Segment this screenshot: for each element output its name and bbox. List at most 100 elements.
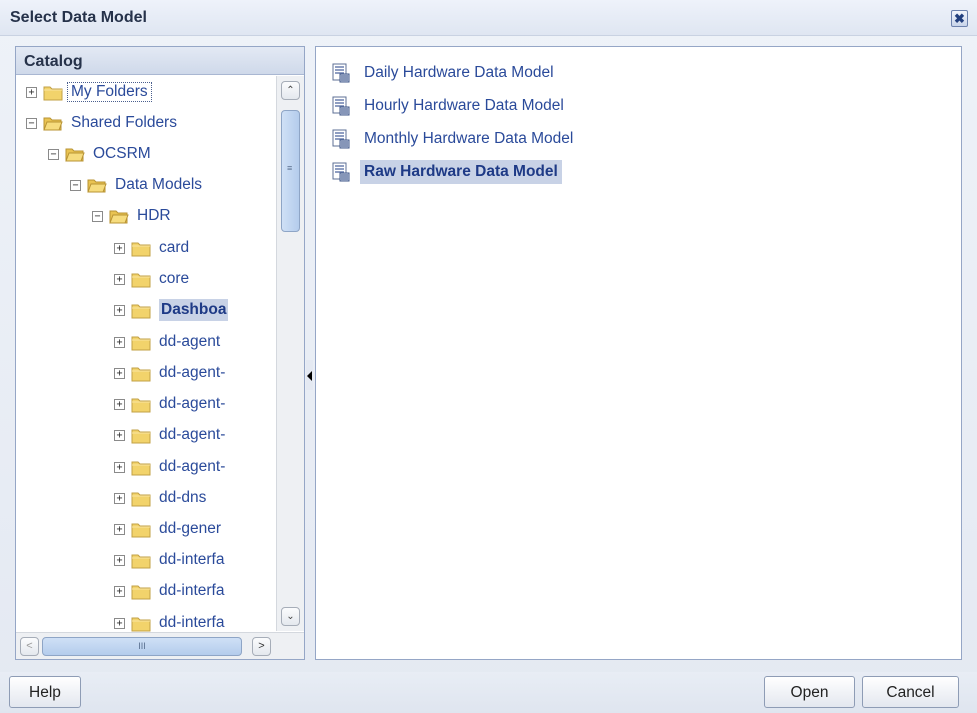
catalog-header: Catalog — [16, 47, 304, 75]
tree-vertical-scrollbar[interactable]: ⌃ ≡ ⌄ — [276, 76, 304, 631]
folder-icon — [131, 427, 151, 444]
tree-node[interactable]: + dd-interfa — [114, 610, 224, 632]
expand-icon[interactable]: + — [114, 273, 125, 285]
cancel-button[interactable]: Cancel — [862, 676, 959, 708]
tree-node-label[interactable]: card — [159, 239, 189, 257]
expand-icon[interactable]: + — [114, 429, 125, 441]
panel-collapse-splitter[interactable] — [306, 360, 313, 390]
expand-icon[interactable]: + — [114, 461, 125, 473]
folder-icon — [131, 302, 151, 319]
scroll-up-icon[interactable]: ⌃ — [281, 81, 300, 100]
folder-icon — [131, 334, 151, 351]
folder-icon — [131, 490, 151, 507]
expand-icon[interactable]: + — [114, 304, 125, 316]
dialog-titlebar: Select Data Model ✖ — [0, 0, 977, 36]
data-model-item[interactable]: Hourly Hardware Data Model — [332, 92, 564, 120]
vertical-scroll-thumb[interactable]: ≡ — [281, 110, 300, 232]
data-model-item[interactable]: Daily Hardware Data Model — [332, 59, 554, 87]
catalog-tree: + My Folders − Shared Folders − OCSRM − Data Mo… — [16, 75, 274, 632]
tree-horizontal-scrollbar[interactable]: < III > — [16, 632, 304, 659]
close-icon[interactable]: ✖ — [951, 10, 968, 27]
tree-node-label[interactable]: Shared Folders — [71, 114, 177, 132]
folder-icon — [43, 84, 63, 101]
expand-icon[interactable]: + — [114, 492, 125, 504]
expand-icon[interactable]: + — [114, 336, 125, 348]
collapse-icon[interactable]: − — [48, 148, 59, 160]
tree-node[interactable]: + dd-gener — [114, 516, 221, 542]
data-model-label[interactable]: Monthly Hardware Data Model — [364, 130, 573, 148]
collapse-icon[interactable]: − — [70, 179, 81, 191]
catalog-title: Catalog — [24, 53, 83, 70]
expand-icon[interactable]: + — [114, 585, 125, 597]
folder-icon — [109, 208, 129, 225]
collapse-icon[interactable]: − — [92, 210, 103, 222]
tree-node[interactable]: − Data Models — [70, 172, 202, 198]
tree-node[interactable]: + dd-agent- — [114, 422, 225, 448]
expand-icon[interactable]: + — [114, 617, 125, 629]
folder-icon — [131, 271, 151, 288]
folder-icon — [131, 365, 151, 382]
folder-icon — [131, 521, 151, 538]
tree-node[interactable]: + dd-interfa — [114, 578, 224, 604]
tree-node[interactable]: + dd-agent — [114, 329, 220, 355]
expand-icon[interactable]: + — [114, 398, 125, 410]
select-data-model-dialog: Select Data Model ✖ Catalog + My Folders −… — [0, 0, 977, 713]
tree-node-label[interactable]: OCSRM — [93, 145, 151, 163]
tree-node[interactable]: + core — [114, 266, 189, 292]
expand-icon[interactable]: + — [114, 367, 125, 379]
tree-node-label[interactable]: dd-agent- — [159, 426, 225, 444]
folder-icon — [87, 177, 107, 194]
catalog-panel: Catalog + My Folders − Shared Folders − OCSRM… — [15, 46, 305, 660]
tree-node-label[interactable]: dd-interfa — [159, 614, 224, 632]
data-model-item[interactable]: Raw Hardware Data Model — [332, 158, 562, 186]
data-model-item[interactable]: Monthly Hardware Data Model — [332, 125, 573, 153]
tree-node-label[interactable]: dd-agent- — [159, 395, 225, 413]
tree-node-label[interactable]: dd-agent — [159, 333, 220, 351]
expand-icon[interactable]: + — [114, 242, 125, 254]
tree-node[interactable]: − Shared Folders — [26, 110, 177, 136]
tree-node-label[interactable]: core — [159, 270, 189, 288]
open-button[interactable]: Open — [764, 676, 855, 708]
tree-node-label[interactable]: dd-agent- — [159, 364, 225, 382]
scroll-right-icon[interactable]: > — [252, 637, 271, 656]
data-model-icon — [332, 162, 350, 182]
tree-node[interactable]: + card — [114, 235, 189, 261]
scroll-down-icon[interactable]: ⌄ — [281, 607, 300, 626]
folder-icon — [131, 615, 151, 632]
tree-node-label[interactable]: dd-interfa — [159, 582, 224, 600]
tree-node-label[interactable]: HDR — [137, 207, 171, 225]
tree-node[interactable]: − HDR — [92, 203, 171, 229]
data-model-label[interactable]: Daily Hardware Data Model — [364, 64, 554, 82]
tree-node-label[interactable]: Dashboa — [159, 299, 229, 321]
scroll-left-icon[interactable]: < — [20, 637, 39, 656]
tree-node-label[interactable]: dd-gener — [159, 520, 221, 538]
expand-icon[interactable]: + — [26, 86, 37, 98]
help-button[interactable]: Help — [9, 676, 81, 708]
folder-icon — [65, 146, 85, 163]
tree-node-label[interactable]: My Folders — [67, 82, 152, 102]
data-model-icon — [332, 96, 350, 116]
tree-node[interactable]: − OCSRM — [48, 141, 151, 167]
tree-node[interactable]: + dd-agent- — [114, 454, 225, 480]
data-model-icon — [332, 129, 350, 149]
data-model-label[interactable]: Hourly Hardware Data Model — [364, 97, 564, 115]
collapse-icon[interactable]: − — [26, 117, 37, 129]
folder-icon — [131, 583, 151, 600]
folder-icon — [131, 459, 151, 476]
folder-icon — [131, 396, 151, 413]
tree-node[interactable]: + My Folders — [26, 79, 152, 105]
horizontal-scroll-thumb[interactable]: III — [42, 637, 242, 656]
tree-node-label[interactable]: dd-dns — [159, 489, 206, 507]
tree-node[interactable]: + dd-interfa — [114, 547, 224, 573]
tree-node-label[interactable]: Data Models — [115, 176, 202, 194]
expand-icon[interactable]: + — [114, 523, 125, 535]
tree-node[interactable]: + dd-agent- — [114, 360, 225, 386]
tree-node-label[interactable]: dd-interfa — [159, 551, 224, 569]
data-model-label[interactable]: Raw Hardware Data Model — [360, 160, 562, 184]
tree-node[interactable]: + dd-dns — [114, 485, 206, 511]
tree-node-label[interactable]: dd-agent- — [159, 458, 225, 476]
tree-node[interactable]: + Dashboa — [114, 297, 229, 323]
collapse-left-icon — [307, 371, 312, 381]
expand-icon[interactable]: + — [114, 554, 125, 566]
tree-node[interactable]: + dd-agent- — [114, 391, 225, 417]
